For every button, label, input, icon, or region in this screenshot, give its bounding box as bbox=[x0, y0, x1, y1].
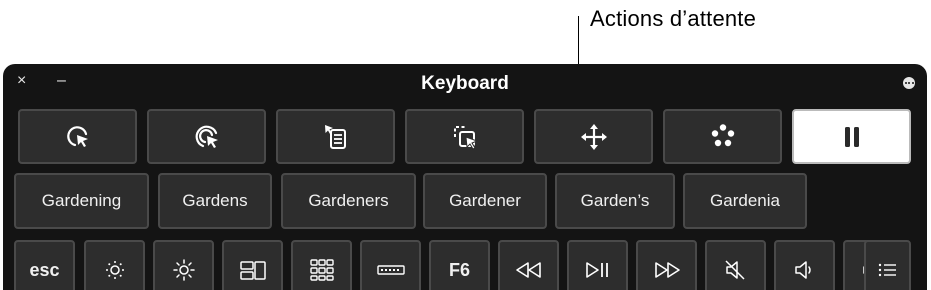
brightness-down-icon bbox=[105, 261, 124, 279]
brightness-up-key[interactable] bbox=[153, 240, 214, 290]
context-menu-icon bbox=[324, 124, 346, 149]
brightness-down-key[interactable] bbox=[84, 240, 145, 290]
left-click-button[interactable] bbox=[18, 109, 137, 164]
keyboard-brightness-icon bbox=[376, 265, 405, 275]
context-menu-button[interactable] bbox=[276, 109, 395, 164]
launchpad-icon bbox=[309, 259, 334, 281]
esc-key-label: esc bbox=[29, 259, 60, 280]
window-title: Keyboard bbox=[421, 73, 509, 94]
left-click-icon bbox=[66, 125, 88, 147]
mute-key[interactable] bbox=[705, 240, 766, 290]
dwell-menu-button[interactable] bbox=[663, 109, 782, 164]
ellipsis-circle-icon[interactable] bbox=[903, 77, 915, 89]
suggestion-gardens-possessive[interactable]: Garden’s bbox=[555, 173, 675, 229]
mission-control-icon bbox=[239, 261, 266, 280]
list-icon bbox=[878, 263, 896, 277]
fast-forward-icon bbox=[654, 262, 680, 278]
f6-key[interactable]: F6 bbox=[429, 240, 490, 290]
rewind-icon bbox=[515, 262, 541, 278]
suggestion-gardens[interactable]: Gardens bbox=[158, 173, 272, 229]
fast-forward-key[interactable] bbox=[636, 240, 697, 290]
suggestion-gardening[interactable]: Gardening bbox=[14, 173, 149, 229]
launchpad-key[interactable] bbox=[291, 240, 352, 290]
keyboard-window: × – Keyboard Gardening Gardens Gardeners… bbox=[3, 64, 927, 290]
mission-control-key[interactable] bbox=[222, 240, 283, 290]
dwell-menu-icon bbox=[711, 123, 734, 146]
drag-drop-icon bbox=[453, 125, 478, 150]
callout-label: Actions d’attente bbox=[590, 6, 757, 31]
play-pause-icon bbox=[585, 262, 608, 278]
list-key[interactable] bbox=[864, 240, 911, 290]
suggestion-label: Gardenia bbox=[710, 191, 780, 210]
rewind-key[interactable] bbox=[498, 240, 559, 290]
keyboard-brightness-key[interactable] bbox=[360, 240, 421, 290]
mute-icon bbox=[724, 260, 745, 280]
brightness-up-icon bbox=[172, 259, 195, 281]
suggestion-label: Gardeners bbox=[308, 191, 389, 210]
suggestion-label: Gardens bbox=[182, 191, 248, 210]
suggestion-label: Gardening bbox=[41, 191, 122, 210]
play-pause-key[interactable] bbox=[567, 240, 628, 290]
volume-down-key[interactable] bbox=[774, 240, 835, 290]
suggestion-label: Gardener bbox=[449, 191, 521, 210]
suggestion-gardener[interactable]: Gardener bbox=[423, 173, 547, 229]
scroll-move-button[interactable] bbox=[534, 109, 653, 164]
suggestion-gardeners[interactable]: Gardeners bbox=[281, 173, 416, 229]
pause-icon bbox=[844, 126, 859, 147]
drag-drop-button[interactable] bbox=[405, 109, 524, 164]
volume-down-icon bbox=[794, 261, 811, 279]
pause-button[interactable] bbox=[792, 109, 911, 164]
f6-key-label: F6 bbox=[448, 259, 470, 280]
title-bar: × – Keyboard bbox=[3, 64, 927, 100]
double-click-button[interactable] bbox=[147, 109, 266, 164]
scroll-move-icon bbox=[580, 123, 607, 150]
double-click-icon bbox=[195, 125, 218, 148]
suggestion-label: Garden’s bbox=[580, 191, 650, 210]
esc-key[interactable]: esc bbox=[14, 240, 75, 290]
suggestion-gardenia[interactable]: Gardenia bbox=[683, 173, 807, 229]
